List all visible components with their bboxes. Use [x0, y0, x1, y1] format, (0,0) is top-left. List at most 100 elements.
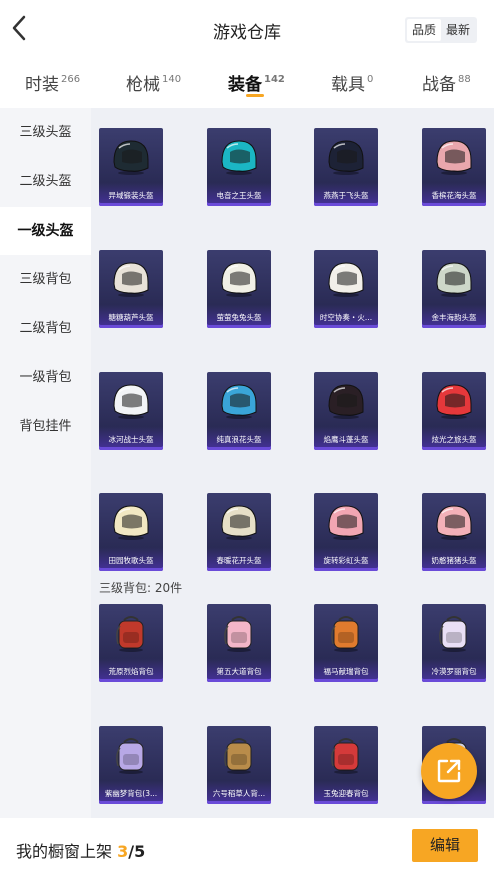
helmet-card[interactable]: 时空协奏・火...: [314, 250, 378, 328]
tab-count: 266: [61, 74, 81, 85]
sidebar-item-level1-backpack[interactable]: 一级背包: [0, 354, 91, 402]
item-name: 第五大道背包: [216, 667, 262, 676]
tab-firearms[interactable]: 枪械 140: [126, 70, 181, 95]
helmet-card[interactable]: 田园牧歌头盔: [99, 493, 163, 571]
tab-count: 88: [458, 74, 471, 85]
item-name: 萤萤兔兔头盔: [216, 313, 262, 322]
item-name: 冷漠罗丽背包: [431, 667, 477, 676]
item-name: 荒原烈焰背包: [108, 667, 154, 676]
item-name: 春暖花开头盔: [216, 556, 262, 565]
item-name: 金丰海韵头盔: [431, 313, 477, 322]
helmet-icon: [328, 384, 364, 419]
tab-fashion[interactable]: 时装 266: [25, 70, 80, 95]
tab-supplies[interactable]: 战备 88: [422, 70, 471, 95]
helmet-icon: [221, 140, 257, 175]
helmet-icon: [221, 262, 257, 297]
item-name: 奶憨猪猪头盔: [431, 556, 477, 565]
showcase-max-count: /5: [128, 842, 146, 861]
sidebar-item-level2-helmet[interactable]: 二级头盔: [0, 158, 91, 206]
helmet-icon: [436, 262, 472, 297]
helmet-card[interactable]: 冰河战士头盔: [99, 372, 163, 450]
tab-equipment[interactable]: 装备 142: [228, 70, 285, 95]
helmet-icon: [221, 384, 257, 419]
external-link-icon: [437, 759, 461, 783]
tab-count: 140: [162, 74, 182, 85]
helmet-card[interactable]: 奶憨猪猪头盔: [422, 493, 486, 571]
item-grid: 三级背包: 20件 异域锻装头盔 电音之王头盔 燕燕于飞头盔 香槟花海头盔糖糖葫芦头盔…: [91, 108, 494, 818]
backpack-icon: [331, 616, 359, 652]
item-name: 香槟花海头盔: [431, 191, 477, 200]
helmet-icon: [436, 384, 472, 419]
tab-count: 0: [367, 74, 374, 85]
item-name: 冰河战士头盔: [108, 435, 154, 444]
showcase-current-count: 3: [117, 842, 129, 861]
helmet-card[interactable]: 燕燕于飞头盔: [314, 128, 378, 206]
sort-toggle: 品质 最新: [405, 17, 478, 43]
section-label-backpacks: 三级背包: 20件: [99, 581, 183, 595]
showcase-status: 我的橱窗上架 3/5: [16, 838, 145, 862]
helmet-card[interactable]: 萤萤兔兔头盔: [207, 250, 271, 328]
backpack-icon: [331, 738, 359, 774]
sidebar-item-level2-backpack[interactable]: 二级背包: [0, 305, 91, 353]
backpack-card[interactable]: 冷漠罗丽背包: [422, 604, 486, 682]
helmet-card[interactable]: 金丰海韵头盔: [422, 250, 486, 328]
backpack-card[interactable]: 第五大道背包: [207, 604, 271, 682]
backpack-card[interactable]: 紫幽梦背包(3...: [99, 726, 163, 804]
showcase-label: 我的橱窗上架: [16, 842, 113, 861]
footer-bar: 我的橱窗上架 3/5 编辑: [0, 818, 494, 875]
backpack-card[interactable]: 六号稻草人背...: [207, 726, 271, 804]
helmet-card[interactable]: 香槟花海头盔: [422, 128, 486, 206]
backpack-icon: [439, 616, 467, 652]
helmet-icon: [436, 505, 472, 540]
helmet-icon: [113, 262, 149, 297]
backpack-card[interactable]: 玉兔迎春背包: [314, 726, 378, 804]
item-name: 紫幽梦背包(3...: [104, 789, 158, 798]
tab-label: 时装: [25, 75, 59, 95]
item-name: 田园牧歌头盔: [108, 556, 154, 565]
helmet-card[interactable]: 春暖花开头盔: [207, 493, 271, 571]
helmet-card[interactable]: 炫光之旅头盔: [422, 372, 486, 450]
item-name: 旋转彩虹头盔: [323, 556, 369, 565]
helmet-card[interactable]: 旋转彩虹头盔: [314, 493, 378, 571]
header: 游戏仓库 品质 最新: [0, 0, 494, 58]
helmet-icon: [113, 140, 149, 175]
helmet-icon: [328, 262, 364, 297]
helmet-card[interactable]: 异域锻装头盔: [99, 128, 163, 206]
item-name: 异域锻装头盔: [108, 191, 154, 200]
backpack-card[interactable]: 福马献瑞背包: [314, 604, 378, 682]
helmet-card[interactable]: 糖糖葫芦头盔: [99, 250, 163, 328]
share-button[interactable]: [421, 743, 477, 799]
helmet-card[interactable]: 电音之王头盔: [207, 128, 271, 206]
active-tab-indicator: [246, 94, 264, 97]
category-tabs: 时装 266 枪械 140 装备 142 载具 0 战备 88: [0, 62, 494, 108]
helmet-icon: [328, 140, 364, 175]
sort-by-quality[interactable]: 品质: [407, 19, 442, 41]
item-name: 福马献瑞背包: [323, 667, 369, 676]
helmet-icon: [436, 140, 472, 175]
item-name: 焰鹰斗蓬头盔: [323, 435, 369, 444]
helmet-card[interactable]: 焰鹰斗蓬头盔: [314, 372, 378, 450]
backpack-icon: [224, 616, 252, 652]
backpack-icon: [116, 738, 144, 774]
item-name: 炫光之旅头盔: [431, 435, 477, 444]
tab-vehicles[interactable]: 载具 0: [331, 70, 373, 95]
helmet-icon: [328, 505, 364, 540]
item-name: 玉兔迎春背包: [323, 789, 369, 798]
item-name: 时空协奏・火...: [319, 313, 373, 322]
backpack-card[interactable]: 荒原烈焰背包: [99, 604, 163, 682]
sidebar-item-level3-backpack[interactable]: 三级背包: [0, 256, 91, 304]
tab-count: 142: [264, 74, 285, 85]
tab-label: 装备: [228, 75, 262, 95]
sidebar-item-level1-helmet[interactable]: 一级头盔: [0, 207, 91, 255]
sidebar-item-backpack-charm[interactable]: 背包挂件: [0, 403, 91, 451]
item-name: 电音之王头盔: [216, 191, 262, 200]
helmet-icon: [221, 505, 257, 540]
backpack-icon: [224, 738, 252, 774]
helmet-card[interactable]: 纯真浪花头盔: [207, 372, 271, 450]
sidebar-item-level3-helmet[interactable]: 三级头盔: [0, 109, 91, 157]
helmet-icon: [113, 384, 149, 419]
tab-label: 战备: [422, 75, 456, 95]
backpack-icon: [116, 616, 144, 652]
edit-button[interactable]: 编辑: [412, 829, 478, 862]
sort-by-latest[interactable]: 最新: [441, 19, 475, 41]
